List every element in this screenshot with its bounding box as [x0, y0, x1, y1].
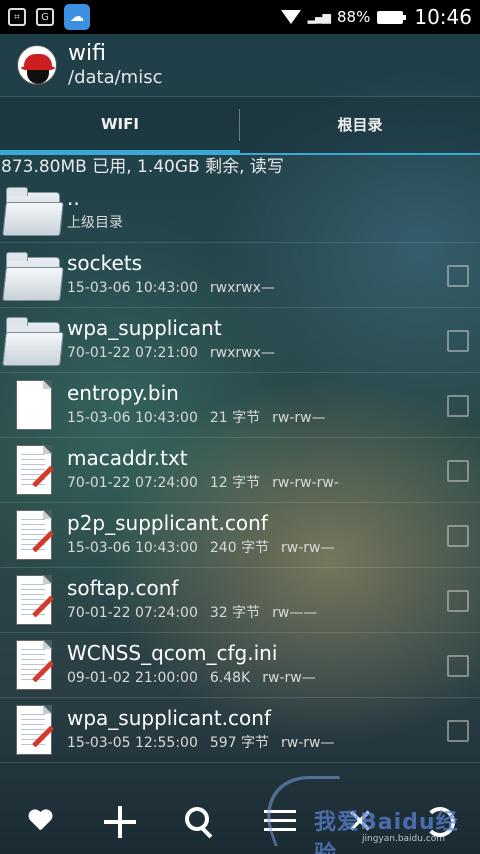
tab-bar: WIFI 根目录 [0, 96, 480, 154]
file-meta: 上级目录 [67, 214, 123, 232]
file-perms: rw-rw— [262, 670, 316, 686]
file-name: p2p_supplicant.conf [67, 511, 268, 535]
file-date: 09-01-02 21:00:00 [67, 670, 198, 686]
list-item[interactable]: softap.conf 70-01-22 07:24:00 32 字节 rw—— [0, 568, 480, 633]
text-file-icon [4, 574, 62, 626]
list-item[interactable]: sockets 15-03-06 10:43:00 rwxrwx— [0, 243, 480, 308]
file-list: .. 上级目录 sockets 15-03-06 10:43:00 rwxrwx—… [0, 178, 480, 763]
list-item[interactable]: p2p_supplicant.conf 15-03-06 10:43:00 240… [0, 503, 480, 568]
file-meta: 15-03-06 10:43:00 240 字节 rw-rw— [67, 539, 335, 557]
file-size: 12 字节 [209, 475, 261, 491]
file-size: 6.48K [209, 670, 251, 686]
file-perms: rw-rw— [281, 735, 335, 751]
file-name: wpa_supplicant.conf [67, 706, 271, 730]
file-name: macaddr.txt [67, 446, 188, 470]
list-item[interactable]: wpa_supplicant.conf 15-03-05 12:55:00 597… [0, 698, 480, 763]
file-name: .. [67, 186, 80, 210]
list-item[interactable]: wpa_supplicant 70-01-22 07:21:00 rwxrwx— [0, 308, 480, 373]
plus-icon [104, 806, 136, 838]
cloud-icon: ☁ [64, 4, 90, 30]
text-file-icon [4, 704, 62, 756]
search-button[interactable] [170, 792, 230, 852]
file-size: 21 字节 [209, 410, 261, 426]
list-item-parent[interactable]: .. 上级目录 [0, 178, 480, 243]
select-checkbox[interactable] [447, 525, 469, 547]
file-perms: rw—— [272, 605, 318, 621]
file-icon [4, 379, 62, 431]
select-checkbox[interactable] [447, 330, 469, 352]
file-size: 240 字节 [209, 540, 270, 556]
file-meta: 09-01-02 21:00:00 6.48K rw-rw— [67, 669, 316, 687]
file-meta: 15-03-05 12:55:00 597 字节 rw-rw— [67, 734, 335, 752]
bottom-toolbar: ✕ [0, 790, 480, 854]
folder-title: wifi [68, 41, 106, 66]
new-item-button[interactable] [90, 792, 150, 852]
select-checkbox[interactable] [447, 395, 469, 417]
text-file-icon [4, 509, 62, 561]
file-perms: rwxrwx— [209, 345, 275, 361]
file-meta: 70-01-22 07:24:00 12 字节 rw-rw-rw- [67, 474, 339, 492]
active-tab-indicator [0, 150, 240, 155]
folder-icon [2, 249, 64, 301]
screenshot-icon: ⌗ [8, 8, 26, 26]
file-perms: rwxrwx— [209, 280, 275, 296]
list-item[interactable]: macaddr.txt 70-01-22 07:24:00 12 字节 rw-rw-… [0, 438, 480, 503]
file-date: 70-01-22 07:24:00 [67, 475, 198, 491]
select-checkbox[interactable] [447, 655, 469, 677]
list-item[interactable]: entropy.bin 15-03-06 10:43:00 21 字节 rw-rw— [0, 373, 480, 438]
app-notification-icon: G [36, 8, 54, 26]
file-perms: rw-rw-rw- [272, 475, 339, 491]
battery-percent: 88% [337, 8, 371, 26]
file-perms: rw-rw— [281, 540, 335, 556]
heart-icon [28, 810, 52, 834]
storage-info: 873.80MB 已用, 1.40GB 剩余, 读写 [1, 157, 284, 177]
close-button[interactable]: ✕ [330, 792, 390, 852]
folder-icon [2, 184, 64, 236]
file-meta: 70-01-22 07:21:00 rwxrwx— [67, 344, 275, 362]
app-logo-icon[interactable] [17, 45, 57, 85]
select-checkbox[interactable] [447, 590, 469, 612]
file-name: softap.conf [67, 576, 179, 600]
file-name: wpa_supplicant [67, 316, 222, 340]
file-date: 15-03-06 10:43:00 [67, 280, 198, 296]
refresh-button[interactable] [410, 792, 470, 852]
file-name: sockets [67, 251, 143, 275]
folder-path: /data/misc [68, 67, 163, 88]
list-item[interactable]: WCNSS_qcom_cfg.ini 09-01-02 21:00:00 6.48… [0, 633, 480, 698]
file-meta: 15-03-06 10:43:00 21 字节 rw-rw— [67, 409, 326, 427]
file-date: 15-03-06 10:43:00 [67, 410, 198, 426]
select-checkbox[interactable] [447, 720, 469, 742]
search-icon [185, 807, 215, 837]
tab-wifi[interactable]: WIFI [0, 97, 240, 151]
file-name: entropy.bin [67, 381, 179, 405]
file-date: 70-01-22 07:24:00 [67, 605, 198, 621]
file-date: 15-03-06 10:43:00 [67, 540, 198, 556]
tab-root[interactable]: 根目录 [240, 97, 480, 151]
file-date: 15-03-05 12:55:00 [67, 735, 198, 751]
text-file-icon [4, 639, 62, 691]
refresh-icon [425, 807, 455, 837]
file-meta: 70-01-22 07:24:00 32 字节 rw—— [67, 604, 317, 622]
file-size: 597 字节 [209, 735, 270, 751]
file-perms: rw-rw— [272, 410, 326, 426]
file-date: 上级目录 [67, 215, 123, 231]
status-bar: ⌗ G ☁ ▂▄▆ 88% 10:46 [0, 0, 480, 34]
select-checkbox[interactable] [447, 460, 469, 482]
file-meta: 15-03-06 10:43:00 rwxrwx— [67, 279, 275, 297]
file-name: WCNSS_qcom_cfg.ini [67, 641, 278, 665]
battery-icon [377, 10, 407, 24]
file-size: 32 字节 [209, 605, 261, 621]
select-checkbox[interactable] [447, 265, 469, 287]
cellular-signal-icon: ▂▄▆ [307, 10, 331, 24]
clock: 10:46 [414, 5, 472, 29]
text-file-icon [4, 444, 62, 496]
sort-icon [264, 810, 296, 834]
close-icon: ✕ [345, 802, 375, 842]
file-date: 70-01-22 07:21:00 [67, 345, 198, 361]
wifi-signal-icon [280, 10, 301, 24]
bookmarks-button[interactable] [10, 792, 70, 852]
app-header: wifi /data/misc [0, 34, 480, 96]
folder-icon [2, 314, 64, 366]
sort-button[interactable] [250, 792, 310, 852]
